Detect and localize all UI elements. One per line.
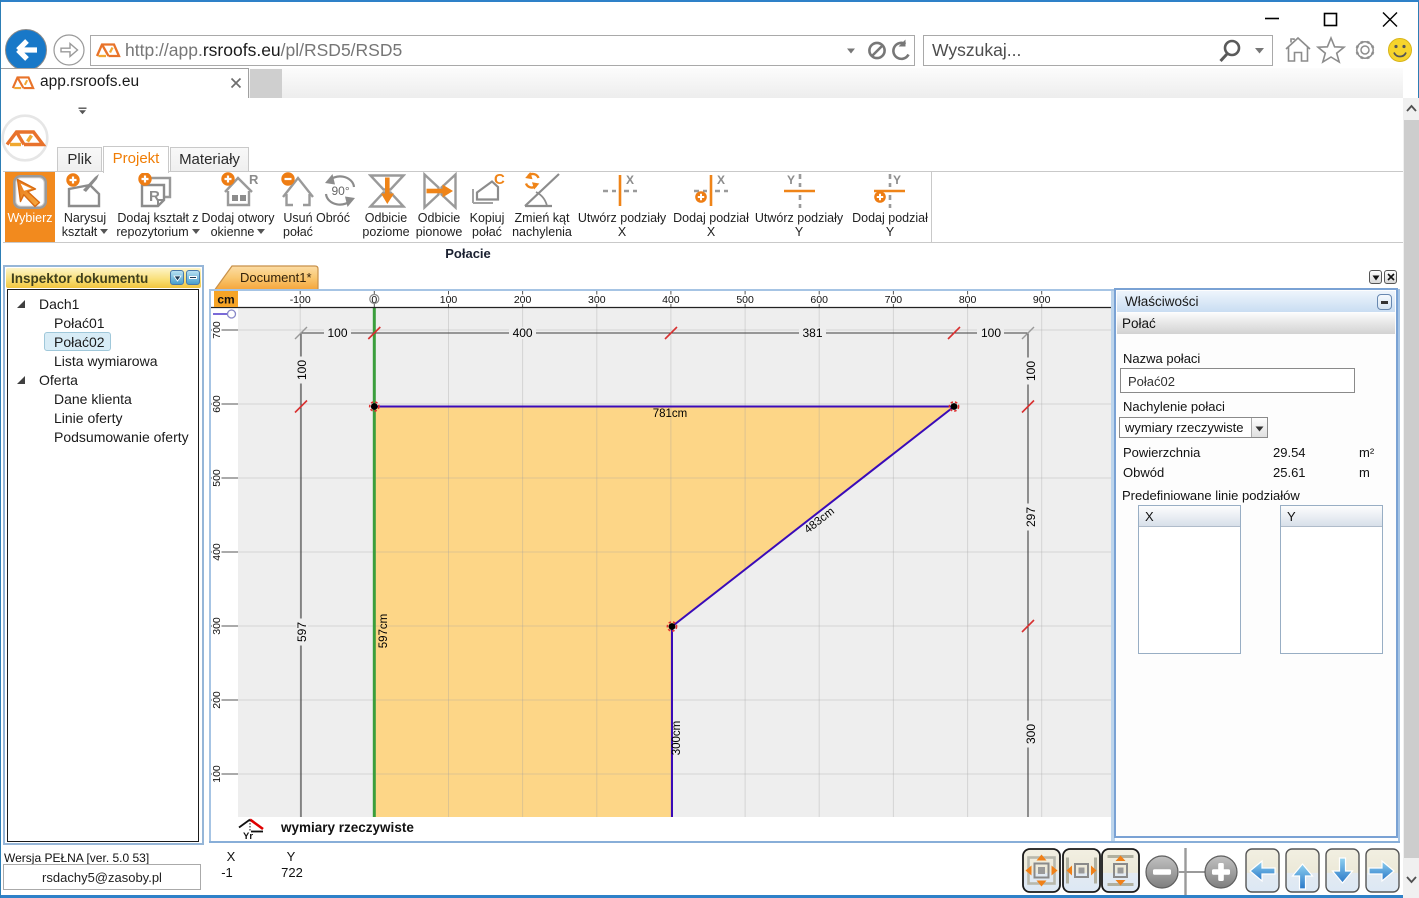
svg-text:C: C [494, 172, 505, 188]
svg-text:Document1*: Document1* [240, 270, 312, 285]
svg-text:100: 100 [211, 765, 223, 783]
svg-text:381: 381 [802, 326, 822, 340]
svg-text:297: 297 [1024, 507, 1038, 527]
svg-text:wymiary rzeczywiste: wymiary rzeczywiste [280, 820, 414, 835]
svg-text:597cm: 597cm [378, 614, 390, 649]
svg-text:100: 100 [327, 326, 347, 340]
svg-text:700: 700 [885, 294, 903, 306]
svg-text:X: X [626, 173, 634, 187]
svg-text:100: 100 [295, 360, 309, 380]
svg-text:300: 300 [1024, 724, 1038, 744]
svg-text:600: 600 [211, 395, 223, 413]
svg-text:300cm: 300cm [671, 721, 683, 756]
svg-text:900: 900 [1033, 294, 1051, 306]
svg-text:0: 0 [371, 294, 377, 306]
svg-text:Y: Y [787, 173, 795, 187]
svg-text:90°: 90° [332, 184, 350, 198]
svg-text:100: 100 [440, 294, 458, 306]
svg-text:500: 500 [211, 469, 223, 487]
svg-text:Y: Y [893, 173, 901, 187]
svg-text:500: 500 [736, 294, 754, 306]
svg-text:R: R [249, 172, 259, 187]
svg-text:300: 300 [211, 617, 223, 635]
svg-text:100: 100 [981, 326, 1001, 340]
svg-text:cm: cm [217, 293, 234, 307]
svg-text:400: 400 [211, 543, 223, 561]
svg-text:100: 100 [1024, 361, 1038, 381]
svg-text:597: 597 [295, 622, 309, 642]
svg-text:600: 600 [810, 294, 828, 306]
svg-text:-100: -100 [290, 294, 311, 306]
svg-text:X: X [717, 173, 725, 187]
svg-text:800: 800 [959, 294, 977, 306]
svg-text:700: 700 [211, 321, 223, 339]
svg-text:300: 300 [588, 294, 606, 306]
svg-text:400: 400 [513, 326, 533, 340]
svg-text:Yr: Yr [243, 831, 253, 841]
svg-text:R: R [149, 188, 160, 205]
svg-text:200: 200 [211, 691, 223, 709]
svg-text:200: 200 [514, 294, 532, 306]
svg-text:781cm: 781cm [653, 408, 688, 420]
svg-text:400: 400 [662, 294, 680, 306]
